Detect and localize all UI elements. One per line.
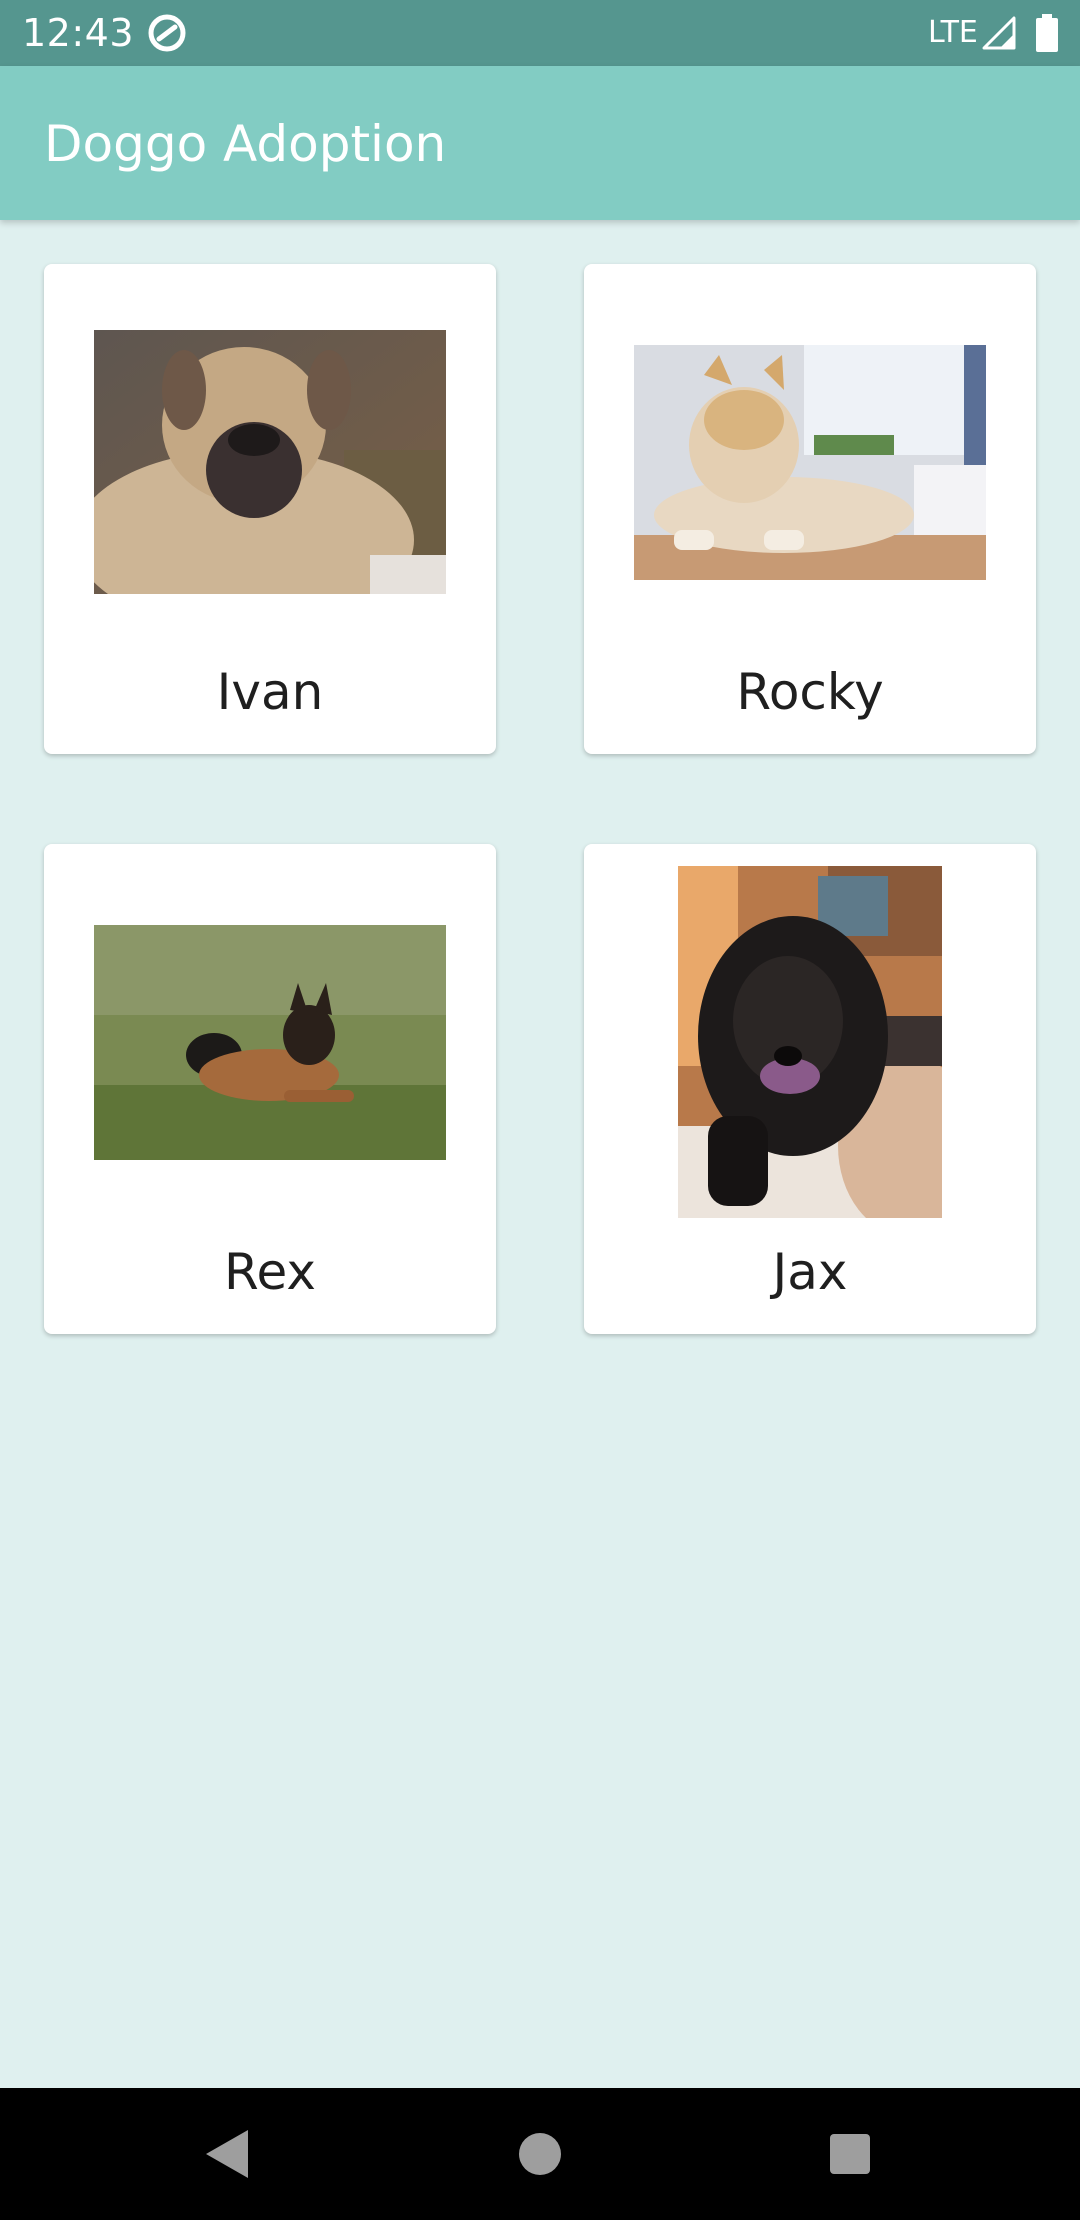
dog-card-rex[interactable]: Rex <box>44 844 496 1334</box>
dog-photo <box>634 345 986 580</box>
battery-icon <box>1036 14 1058 52</box>
dog-name: Jax <box>772 1243 848 1301</box>
app-bar: Doggo Adoption <box>0 66 1080 220</box>
dog-photo <box>678 866 942 1218</box>
status-bar: 12:43 LTE <box>0 0 1080 66</box>
dog-photo <box>94 925 446 1160</box>
network-type: LTE <box>928 15 978 50</box>
navigation-bar <box>0 2088 1080 2220</box>
signal-icon <box>982 16 1016 50</box>
dog-name: Rex <box>224 1243 316 1301</box>
dog-photo <box>94 330 446 594</box>
dog-card-rocky[interactable]: Rocky <box>584 264 1036 754</box>
app-title: Doggo Adoption <box>44 115 447 173</box>
recents-icon[interactable] <box>829 2133 871 2175</box>
dog-card-ivan[interactable]: Ivan <box>44 264 496 754</box>
dog-name: Rocky <box>736 663 884 721</box>
home-icon[interactable] <box>518 2132 562 2176</box>
back-icon[interactable] <box>204 2128 250 2180</box>
sync-icon <box>148 14 186 52</box>
dog-card-jax[interactable]: Jax <box>584 844 1036 1334</box>
status-time: 12:43 <box>22 11 135 55</box>
dog-name: Ivan <box>216 663 324 721</box>
